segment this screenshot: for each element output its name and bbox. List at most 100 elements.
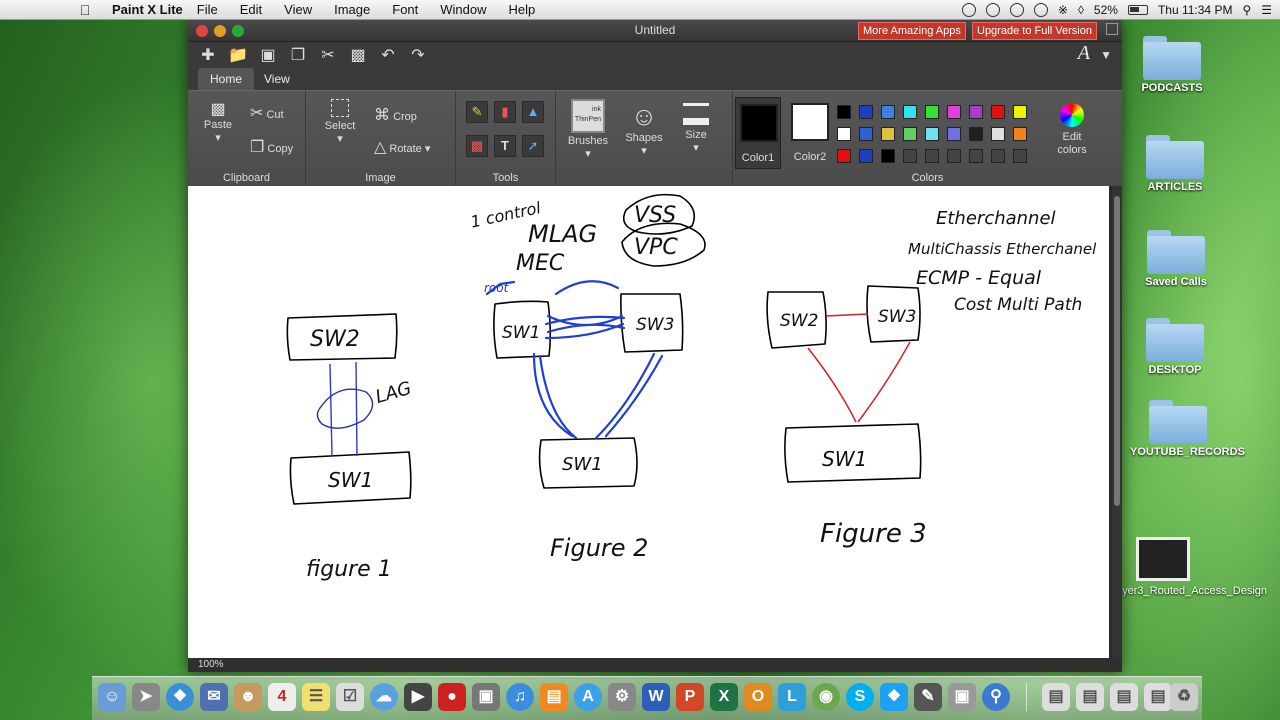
safari-icon[interactable]: ❖ — [166, 683, 194, 711]
tab-view[interactable]: View — [252, 68, 302, 90]
reminders-icon[interactable]: ☑ — [336, 683, 364, 711]
title-bar[interactable]: Untitled More Amazing Apps Upgrade to Fu… — [188, 20, 1122, 42]
menu-file[interactable]: File — [197, 2, 218, 17]
palette-swatch[interactable] — [947, 105, 961, 119]
desktop-icon-articles[interactable]: ARTICLES — [1130, 135, 1220, 193]
shapes-button[interactable]: ☺ Shapes ▾ — [620, 101, 668, 157]
undo-icon[interactable]: ↶ — [378, 45, 398, 65]
color-picker-tool[interactable]: ➚ — [522, 135, 544, 157]
finder-icon[interactable]: ☺ — [98, 683, 126, 711]
palette-swatch[interactable] — [903, 105, 917, 119]
mail-icon[interactable]: ✉ — [200, 683, 228, 711]
lync-icon[interactable]: L — [778, 683, 806, 711]
select-button[interactable]: Select ▾ — [320, 99, 360, 145]
utility-icon[interactable]: ▣ — [948, 683, 976, 711]
palette-swatch[interactable] — [1013, 127, 1027, 141]
more-apps-button[interactable]: More Amazing Apps — [858, 22, 966, 40]
clock-icon[interactable] — [1033, 3, 1048, 17]
palette-swatch[interactable] — [969, 105, 983, 119]
palette-swatch[interactable] — [1013, 149, 1027, 163]
photo-booth-icon[interactable]: ● — [438, 683, 466, 711]
record-icon[interactable] — [961, 3, 976, 17]
globe-icon[interactable]: ◉ — [812, 683, 840, 711]
pencil-tool[interactable]: ✎ — [466, 101, 488, 123]
excel-icon[interactable]: X — [710, 683, 738, 711]
menu-image[interactable]: Image — [334, 2, 370, 17]
app-store-icon[interactable]: A — [574, 683, 602, 711]
desktop-icon-youtube-records[interactable]: YOUTUBE_RECORDS — [1130, 400, 1245, 459]
palette-swatch[interactable] — [881, 149, 895, 163]
desktop-file-layer3[interactable]: ayer3_Routed_Access_Design — [1116, 537, 1267, 598]
palette-swatch[interactable] — [837, 127, 851, 141]
preview-icon[interactable]: ✎ — [914, 683, 942, 711]
menu-view[interactable]: View — [284, 2, 312, 17]
wifi-icon[interactable]: ◊ — [1078, 3, 1084, 17]
apple-icon[interactable]:  — [70, 2, 100, 18]
bucket-tool[interactable]: ▩ — [466, 135, 488, 157]
sync-icon[interactable] — [985, 3, 1000, 17]
palette-swatch[interactable] — [925, 149, 939, 163]
copy-doc-icon[interactable]: ❐ — [288, 45, 308, 65]
text-tool[interactable]: T — [494, 135, 516, 157]
itunes-icon[interactable]: ♫ — [506, 683, 534, 711]
palette-swatch[interactable] — [903, 127, 917, 141]
palette-swatch[interactable] — [859, 127, 873, 141]
palette-swatch[interactable] — [837, 105, 851, 119]
palette-swatch[interactable] — [1013, 105, 1027, 119]
edit-colors-button[interactable]: Edit colors — [1047, 103, 1097, 157]
iphoto-icon[interactable]: ▣ — [472, 683, 500, 711]
check-icon[interactable] — [1009, 3, 1024, 17]
fullscreen-icon[interactable] — [1106, 23, 1118, 35]
skype-icon[interactable]: S — [846, 683, 874, 711]
app-menu[interactable]: Paint X Lite — [112, 2, 183, 17]
eraser-tool[interactable]: ▮ — [494, 101, 516, 123]
toolbar-dropdown-icon[interactable]: ▼ — [1100, 48, 1112, 62]
crop-button[interactable]: ⌘ Crop — [374, 105, 417, 125]
color2-button[interactable]: Color2 — [787, 97, 833, 169]
downloads-stack-icon[interactable]: ▤ — [1076, 683, 1104, 711]
upgrade-button[interactable]: Upgrade to Full Version — [972, 22, 1097, 40]
scroll-thumb[interactable] — [1114, 196, 1120, 506]
font-icon[interactable]: A — [1078, 42, 1090, 65]
redo-icon[interactable]: ↷ — [408, 45, 428, 65]
palette-swatch[interactable] — [881, 127, 895, 141]
vertical-scrollbar[interactable] — [1112, 186, 1122, 658]
color1-button[interactable]: Color1 — [735, 97, 781, 169]
trash-icon[interactable]: ♻ — [1170, 683, 1198, 711]
clock[interactable]: Thu 11:34 PM — [1158, 3, 1232, 17]
twitter-icon[interactable]: ❖ — [880, 683, 908, 711]
paste-icon[interactable]: ▩ — [348, 45, 368, 65]
palette-swatch[interactable] — [925, 127, 939, 141]
recent-stack-icon[interactable]: ▤ — [1144, 683, 1172, 711]
palette-swatch[interactable] — [947, 127, 961, 141]
palette-swatch[interactable] — [925, 105, 939, 119]
rotate-button[interactable]: △ Rotate ▾ — [374, 137, 430, 157]
palette-swatch[interactable] — [837, 149, 851, 163]
outlook-icon[interactable]: O — [744, 683, 772, 711]
desktop-icon-desktop[interactable]: DESKTOP — [1130, 318, 1220, 376]
drawing-canvas[interactable]: SW2 SW1 LAG figure 1 SW1 SW3 SW1 root Fi… — [188, 186, 1109, 658]
cut-button[interactable]: ✂ Cut — [250, 103, 284, 123]
scissors-icon[interactable]: ✂ — [318, 45, 338, 65]
desktop-icon-saved-calls[interactable]: Saved Calls — [1131, 230, 1221, 288]
search-app-icon[interactable]: ⚲ — [982, 683, 1010, 711]
paste-button[interactable]: ▩ Paste ▾ — [198, 99, 238, 144]
messages-icon[interactable]: ☁ — [370, 683, 398, 711]
save-icon[interactable]: ▣ — [258, 45, 278, 65]
size-button[interactable]: Size ▾ — [674, 103, 718, 154]
facetime-icon[interactable]: ▶ — [404, 683, 432, 711]
palette-swatch[interactable] — [969, 127, 983, 141]
fill-tool[interactable]: ▲ — [522, 101, 544, 123]
contacts-icon[interactable]: ☻ — [234, 683, 262, 711]
document-stack-icon[interactable]: ▤ — [1042, 683, 1070, 711]
palette-swatch[interactable] — [947, 149, 961, 163]
bluetooth-icon[interactable]: ※ — [1058, 3, 1068, 17]
copy-button[interactable]: ❐ Copy — [250, 137, 293, 157]
notification-center-icon[interactable]: ☰ — [1261, 3, 1272, 17]
ibooks-icon[interactable]: ▤ — [540, 683, 568, 711]
palette-swatch[interactable] — [859, 105, 873, 119]
spotlight-icon[interactable]: ⚲ — [1242, 3, 1251, 17]
calendar-icon[interactable]: 4 — [268, 683, 296, 711]
tab-home[interactable]: Home — [198, 68, 255, 90]
menu-window[interactable]: Window — [440, 2, 486, 17]
